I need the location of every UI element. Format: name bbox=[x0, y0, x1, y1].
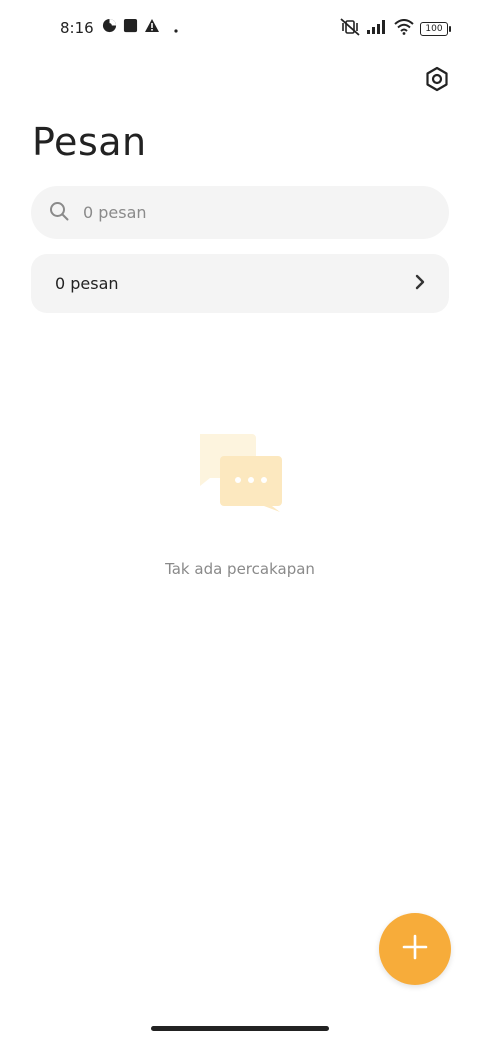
plus-icon bbox=[401, 933, 429, 965]
battery-icon: 100 bbox=[420, 22, 451, 36]
status-time: 8:16 bbox=[60, 18, 94, 37]
warning-icon bbox=[144, 18, 160, 37]
dot-icon bbox=[174, 19, 178, 37]
search-input[interactable] bbox=[81, 202, 405, 223]
data-saver-icon bbox=[102, 18, 117, 37]
search-bar[interactable] bbox=[31, 186, 449, 239]
messages-row[interactable]: 0 pesan bbox=[31, 254, 449, 313]
chevron-right-icon bbox=[413, 273, 427, 295]
empty-state-message: Tak ada percakapan bbox=[165, 560, 315, 578]
signal-icon bbox=[366, 19, 388, 39]
mute-vibrate-icon bbox=[340, 18, 360, 40]
new-message-button[interactable] bbox=[379, 913, 451, 985]
empty-state: Tak ada percakapan bbox=[0, 430, 480, 578]
messages-row-label: 0 pesan bbox=[55, 274, 119, 293]
settings-hex-icon bbox=[424, 66, 450, 96]
home-indicator[interactable] bbox=[151, 1026, 329, 1031]
status-right: 100 bbox=[340, 18, 451, 40]
status-bar: 8:16 100 bbox=[0, 0, 480, 56]
status-left: 8:16 bbox=[60, 18, 178, 37]
page-title: Pesan bbox=[32, 120, 147, 164]
settings-button[interactable] bbox=[420, 64, 454, 98]
square-notification-icon bbox=[123, 18, 138, 37]
wifi-icon bbox=[394, 19, 414, 39]
search-icon bbox=[49, 201, 69, 225]
battery-level: 100 bbox=[425, 24, 443, 34]
chat-bubbles-icon bbox=[194, 430, 286, 516]
